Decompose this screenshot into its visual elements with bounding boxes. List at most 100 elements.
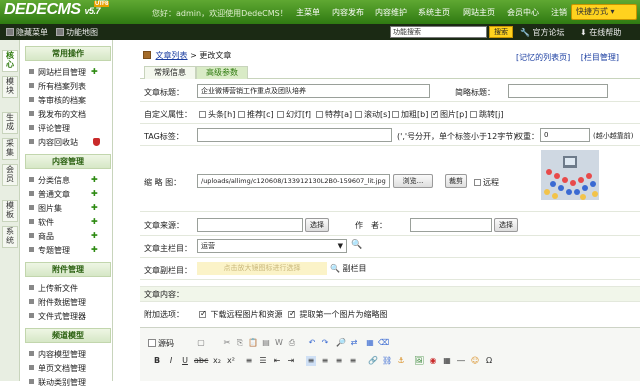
side-tab-module[interactable]: 模块 [2, 76, 18, 98]
function-search-button[interactable]: 搜索 [489, 26, 513, 38]
title-input[interactable]: 企业微博营销工作重点及团队培养 [197, 84, 430, 98]
undo-icon[interactable]: ↶ [307, 338, 317, 348]
tag-input[interactable] [197, 128, 392, 142]
hr-icon[interactable]: ― [456, 356, 466, 366]
menu-group-common[interactable]: 常用操作 [25, 46, 111, 61]
menu-item-file-manager[interactable]: 文件式管理器 [29, 311, 86, 322]
checkbox[interactable] [199, 309, 207, 318]
weight-input[interactable]: 0 [540, 128, 590, 142]
checkbox[interactable] [277, 111, 284, 118]
table-icon[interactable]: ▦ [442, 356, 452, 366]
superscript-icon[interactable]: x² [226, 356, 236, 366]
menu-item-columns[interactable]: 网站栏目管理 [29, 67, 86, 78]
align-center-icon[interactable]: ≡ [320, 356, 330, 366]
italic-icon[interactable]: I [166, 356, 176, 366]
cut-icon[interactable]: ✂ [222, 338, 232, 348]
checkbox[interactable] [474, 179, 481, 186]
bold-icon[interactable]: B [152, 356, 162, 366]
thumb-path-input[interactable]: /uploads/allimg/c120608/133912130L2B0-15… [197, 174, 390, 188]
magnifier-icon[interactable]: 🔍 [351, 240, 362, 250]
menu-group-attachments[interactable]: 附件管理 [25, 262, 111, 277]
copy-icon[interactable]: ⎘ [235, 338, 245, 348]
attr-scroll[interactable]: 滚动[s] [355, 109, 390, 120]
menu-item-software[interactable]: 软件 [29, 217, 54, 228]
checkbox[interactable] [238, 111, 245, 118]
browse-button[interactable]: 浏览... [393, 174, 433, 188]
align-justify-icon[interactable]: ≡ [348, 356, 358, 366]
nav-maintain[interactable]: 内容维护 [375, 7, 407, 18]
align-right-icon[interactable]: ≡ [334, 356, 344, 366]
recent-list-link[interactable]: [记忆的列表页] [516, 53, 570, 62]
download-remote-option[interactable]: 下载远程图片和资源 [199, 309, 283, 320]
menu-item-upload[interactable]: 上传新文件 [29, 283, 78, 294]
paste-word-icon[interactable]: W [274, 338, 284, 348]
nav-main-menu[interactable]: 主菜单 [296, 7, 320, 18]
menu-item-specials[interactable]: 专题管理 [29, 245, 70, 256]
special-char-icon[interactable]: Ω [484, 356, 494, 366]
checkbox[interactable] [355, 111, 362, 118]
function-search-input[interactable]: 功能搜索 [390, 26, 487, 38]
menu-item-articles[interactable]: 普通文章 [29, 189, 70, 200]
side-tab-template[interactable]: 模板 [2, 200, 18, 222]
add-icon[interactable]: ✚ [91, 175, 98, 184]
new-doc-icon[interactable]: ▢ [196, 338, 206, 348]
menu-item-models[interactable]: 内容模型管理 [29, 349, 86, 360]
checkbox[interactable] [199, 111, 206, 118]
source-button[interactable]: 源码 [148, 338, 174, 349]
menu-item-comments[interactable]: 评论管理 [29, 123, 70, 134]
checkbox[interactable] [470, 111, 477, 118]
func-map-link[interactable]: 功能地图 [56, 27, 98, 38]
author-input[interactable] [410, 218, 492, 232]
shortcut-dropdown[interactable]: 快捷方式 ▾ [571, 4, 637, 20]
remove-format-icon[interactable]: ⌫ [378, 338, 389, 348]
author-select-button[interactable]: 选择 [494, 218, 518, 232]
anchor-icon[interactable]: ⚓ [396, 356, 406, 366]
sub-column-link[interactable]: 🔍 副栏目 [330, 263, 367, 274]
attr-recommend[interactable]: 推荐[c] [238, 109, 274, 120]
outdent-icon[interactable]: ⇤ [272, 356, 282, 366]
menu-item-classified[interactable]: 分类信息 [29, 175, 70, 186]
menu-item-linkage[interactable]: 联动类别管理 [29, 377, 86, 388]
side-tab-core[interactable]: 核心 [2, 50, 18, 72]
align-left-icon[interactable]: ≡ [306, 356, 316, 366]
column-manage-link[interactable]: [栏目管理] [581, 53, 619, 62]
add-icon[interactable]: ✚ [91, 203, 98, 212]
attr-image[interactable]: 图片[p] [431, 109, 467, 120]
unlink-icon[interactable]: ⛓ [382, 356, 392, 366]
menu-item-images[interactable]: 图片集 [29, 203, 62, 214]
menu-group-content[interactable]: 内容管理 [25, 154, 111, 169]
attr-jump[interactable]: 跳转[j] [470, 109, 503, 120]
side-tab-collect[interactable]: 采集 [2, 138, 18, 160]
side-tab-member[interactable]: 会员 [2, 164, 18, 186]
strike-icon[interactable]: abc [194, 356, 208, 366]
source-select-button[interactable]: 选择 [305, 218, 329, 232]
add-icon[interactable]: ✚ [91, 231, 98, 240]
replace-icon[interactable]: ⇄ [349, 338, 359, 348]
source-input[interactable] [197, 218, 303, 232]
attr-bold[interactable]: 加粗[b] [392, 109, 428, 120]
checkbox[interactable] [316, 111, 323, 118]
menu-item-single-pages[interactable]: 单页文档管理 [29, 363, 86, 374]
first-pic-option[interactable]: 提取第一个图片为缩略图 [288, 309, 388, 320]
menu-item-all-archives[interactable]: 所有档案列表 [29, 81, 86, 92]
numbered-list-icon[interactable]: ≡ [244, 356, 254, 366]
bullet-list-icon[interactable]: ☰ [258, 356, 268, 366]
column-select[interactable]: 运营 ▼ [197, 239, 347, 253]
link-icon[interactable]: 🔗 [368, 356, 378, 366]
menu-item-recycle[interactable]: 内容回收站 [29, 137, 78, 148]
side-tab-generate[interactable]: 生成 [2, 112, 18, 134]
tab-general[interactable]: 常规信息 [144, 66, 196, 79]
breadcrumb-article-list[interactable]: 文章列表 [156, 51, 188, 60]
redo-icon[interactable]: ↷ [320, 338, 330, 348]
menu-item-pending[interactable]: 等审核的档案 [29, 95, 86, 106]
checkbox[interactable] [288, 309, 296, 318]
nav-site-home[interactable]: 网站主页 [463, 7, 495, 18]
tab-advanced[interactable]: 高级参数 [196, 66, 248, 79]
underline-icon[interactable]: U [180, 356, 190, 366]
flash-icon[interactable]: ◉ [428, 356, 438, 366]
nav-publish[interactable]: 内容发布 [332, 7, 364, 18]
nav-logout[interactable]: 注销 [551, 7, 567, 18]
menu-item-goods[interactable]: 商品 [29, 231, 54, 242]
menu-group-channels[interactable]: 频道模型 [25, 328, 111, 343]
help-link[interactable]: ⬇ 在线帮助 [580, 27, 621, 38]
